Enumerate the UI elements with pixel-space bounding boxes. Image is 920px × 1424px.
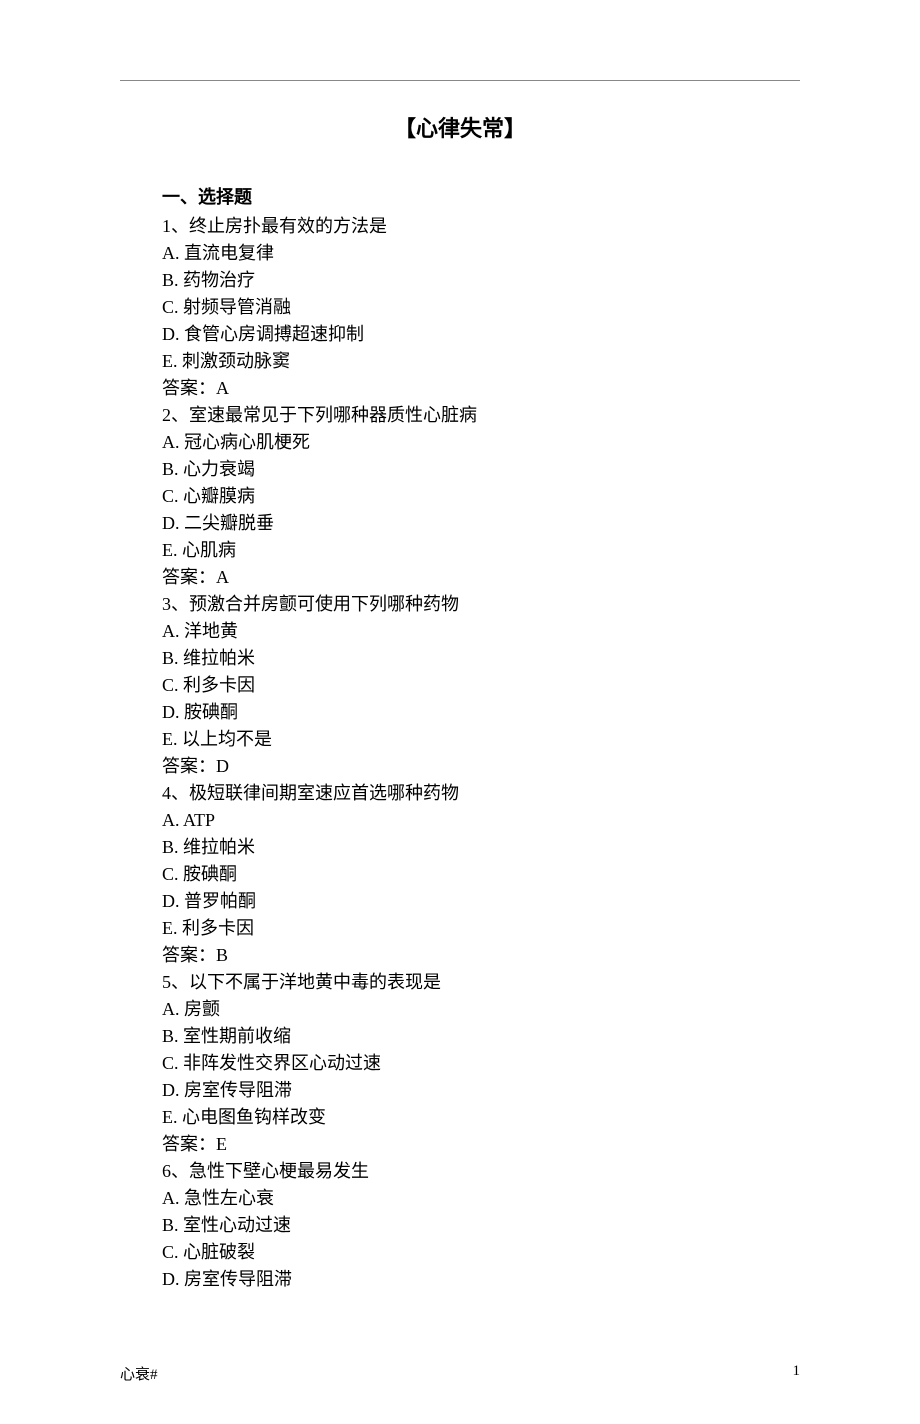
question-option: B. 室性期前收缩 [162, 1023, 800, 1050]
question-answer: 答案：B [162, 942, 800, 969]
question-option: C. 利多卡因 [162, 672, 800, 699]
question-answer: 答案：E [162, 1131, 800, 1158]
question-option: C. 射频导管消融 [162, 294, 800, 321]
question-option: A. 直流电复律 [162, 240, 800, 267]
question-option: B. 心力衰竭 [162, 456, 800, 483]
footer-left: 心衰# [120, 1363, 158, 1384]
question-option: E. 心电图鱼钩样改变 [162, 1104, 800, 1131]
question-option: D. 食管心房调搏超速抑制 [162, 321, 800, 348]
question-option: B. 维拉帕米 [162, 645, 800, 672]
question-option: D. 二尖瓣脱垂 [162, 510, 800, 537]
question-option: A. 洋地黄 [162, 618, 800, 645]
question-option: A. ATP [162, 807, 800, 834]
question-option: B. 室性心动过速 [162, 1212, 800, 1239]
question-option: D. 房室传导阻滞 [162, 1077, 800, 1104]
question-option: A. 房颤 [162, 996, 800, 1023]
question-answer: 答案：D [162, 753, 800, 780]
question-stem: 6、急性下壁心梗最易发生 [162, 1158, 800, 1185]
question-option: E. 心肌病 [162, 537, 800, 564]
question-stem: 3、预激合并房颤可使用下列哪种药物 [162, 591, 800, 618]
question-option: A. 冠心病心肌梗死 [162, 429, 800, 456]
top-rule [120, 80, 800, 81]
question-option: D. 普罗帕酮 [162, 888, 800, 915]
question-option: C. 心瓣膜病 [162, 483, 800, 510]
section-heading: 一、选择题 [162, 183, 800, 209]
question-option: C. 胺碘酮 [162, 861, 800, 888]
question-answer: 答案：A [162, 375, 800, 402]
question-option: B. 药物治疗 [162, 267, 800, 294]
document-page: 【心律失常】 一、选择题 1、终止房扑最有效的方法是A. 直流电复律B. 药物治… [0, 0, 920, 1424]
question-stem: 2、室速最常见于下列哪种器质性心脏病 [162, 402, 800, 429]
question-option: D. 胺碘酮 [162, 699, 800, 726]
footer-right: 1 [793, 1363, 801, 1384]
page-title: 【心律失常】 [120, 111, 800, 143]
question-stem: 1、终止房扑最有效的方法是 [162, 213, 800, 240]
question-option: E. 刺激颈动脉窦 [162, 348, 800, 375]
question-stem: 4、极短联律间期室速应首选哪种药物 [162, 780, 800, 807]
question-option: C. 非阵发性交界区心动过速 [162, 1050, 800, 1077]
question-answer: 答案：A [162, 564, 800, 591]
question-option: A. 急性左心衰 [162, 1185, 800, 1212]
question-option: D. 房室传导阻滞 [162, 1266, 800, 1293]
question-option: E. 利多卡因 [162, 915, 800, 942]
question-option: C. 心脏破裂 [162, 1239, 800, 1266]
footer: 心衰# 1 [120, 1363, 800, 1384]
question-stem: 5、以下不属于洋地黄中毒的表现是 [162, 969, 800, 996]
question-list: 1、终止房扑最有效的方法是A. 直流电复律B. 药物治疗C. 射频导管消融D. … [120, 213, 800, 1293]
question-option: B. 维拉帕米 [162, 834, 800, 861]
question-option: E. 以上均不是 [162, 726, 800, 753]
